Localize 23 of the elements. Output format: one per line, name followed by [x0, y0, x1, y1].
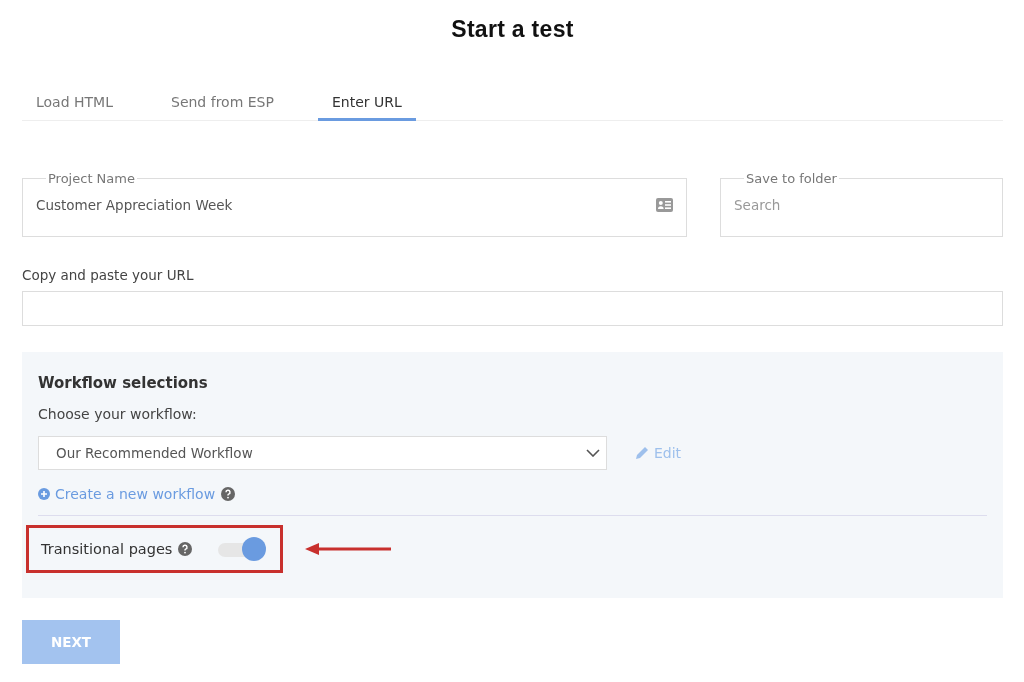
page-title: Start a test — [450, 15, 575, 44]
contact-card-icon — [656, 198, 673, 212]
field-label: Project Name — [47, 171, 136, 186]
field-label: Choose your workflow: — [38, 406, 198, 422]
pencil-icon — [635, 446, 649, 460]
toggle-switch[interactable] — [218, 536, 267, 562]
plus-circle-icon — [38, 488, 50, 500]
project-name-input[interactable]: Customer Appreciation Week — [36, 197, 656, 213]
field-label: Copy and paste your URL — [22, 267, 195, 283]
chevron-down-icon — [586, 449, 600, 457]
toggle-label: Transitional pages — [41, 541, 173, 557]
help-icon[interactable] — [178, 542, 193, 556]
url-input[interactable] — [22, 291, 1003, 326]
tab[interactable]: Load HTML — [22, 94, 127, 121]
field-label: Save to folder — [745, 171, 838, 186]
folder-search-input[interactable]: Search — [734, 197, 989, 213]
create-workflow-link[interactable]: Create a new workflow — [38, 486, 216, 502]
arrow-icon — [305, 543, 392, 555]
section-heading: Workflow selections — [38, 374, 209, 392]
tab[interactable]: Send from ESP — [157, 94, 288, 121]
workflow-dropdown[interactable]: Our Recommended Workflow — [38, 436, 607, 470]
tab[interactable]: Enter URL — [317, 94, 416, 121]
help-icon[interactable] — [221, 487, 236, 501]
